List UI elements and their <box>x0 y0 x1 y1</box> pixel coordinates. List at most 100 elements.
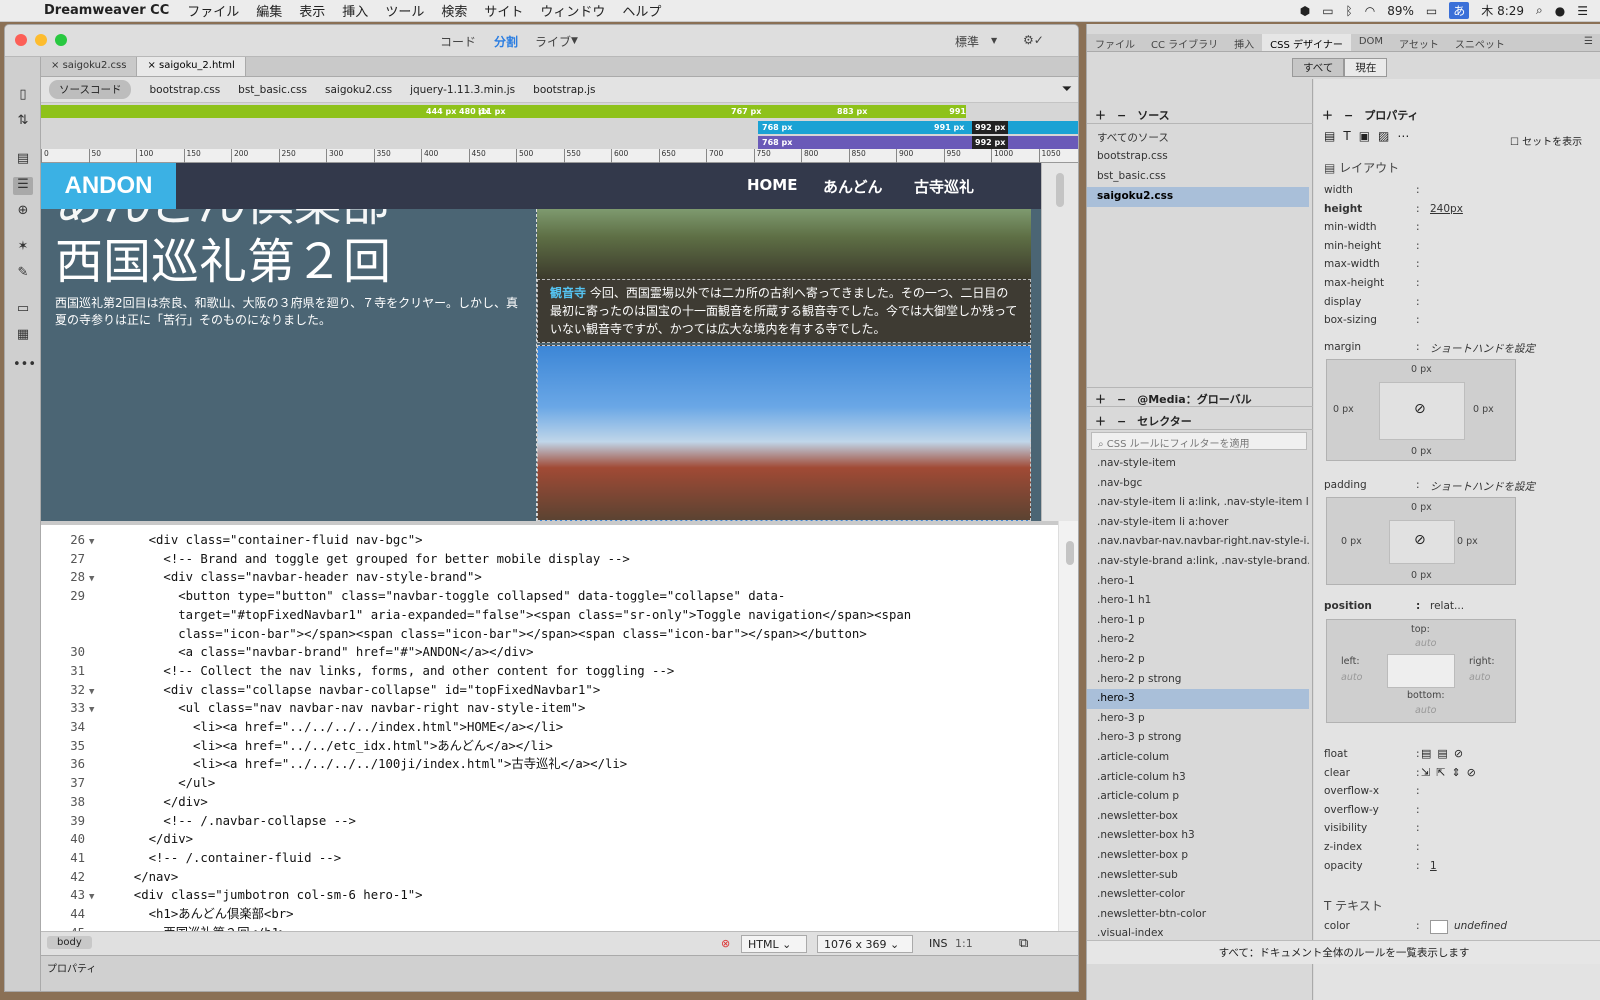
bluetooth-icon[interactable]: ᛒ <box>1346 4 1353 18</box>
code-line[interactable]: </nav> <box>119 868 178 887</box>
float-right-icon[interactable]: ▤ <box>1437 747 1447 760</box>
selector-item[interactable]: .article-colum p <box>1087 787 1309 807</box>
battery-percent[interactable]: 89% <box>1387 4 1414 18</box>
link-values-icon[interactable]: ⊘ <box>1414 401 1426 417</box>
selector-item[interactable]: .nav-bgc <box>1087 474 1309 494</box>
background-category-icon[interactable]: ▨ <box>1378 129 1389 143</box>
code-line[interactable]: <a class="navbar-brand" href="#">ANDON</… <box>119 643 533 662</box>
code-line[interactable]: <!-- Collect the nav links, forms, and o… <box>119 662 674 681</box>
target-icon[interactable]: ⊕ <box>13 203 33 221</box>
code-view[interactable]: 26 ▼ <div class="container-fluid nav-bgc"… <box>41 521 1058 931</box>
padding-top-value[interactable]: 0 px <box>1411 502 1432 513</box>
selector-item[interactable]: .hero-2 p strong <box>1087 670 1309 690</box>
selector-item[interactable]: .hero-3 p strong <box>1087 728 1309 748</box>
selector-filter-input[interactable]: ⌕ CSS ルールにフィルターを適用 <box>1091 432 1307 450</box>
float-none-icon[interactable]: ⊘ <box>1454 747 1463 760</box>
selector-item[interactable]: .newsletter-btn-color <box>1087 905 1309 925</box>
media-query-bar-range[interactable]: 768 px 991 px 992 px <box>758 121 1078 134</box>
view-code-button[interactable]: コード <box>440 33 476 50</box>
spotlight-icon[interactable]: ⌕ <box>1536 3 1543 18</box>
position-row[interactable]: position: relat... <box>1324 600 1594 619</box>
selector-item[interactable]: .newsletter-box p <box>1087 846 1309 866</box>
menu-site[interactable]: サイト <box>484 1 523 20</box>
selector-item[interactable]: .hero-3 p <box>1087 709 1309 729</box>
tab-css-designer[interactable]: CSS デザイナー <box>1262 34 1351 51</box>
doc-tab-css[interactable]: × saigoku2.css <box>41 57 138 76</box>
code-line[interactable]: target="#topFixedNavbar1" aria-expanded=… <box>119 606 911 625</box>
doc-tab-html[interactable]: × saigoku_2.html <box>137 57 246 76</box>
text-category-icon[interactable]: T <box>1343 129 1350 143</box>
property-row-width[interactable]: width: <box>1324 184 1594 203</box>
siri-icon[interactable]: ● <box>1555 4 1565 18</box>
property-row-overflow-y[interactable]: overflow-y: <box>1324 804 1594 823</box>
selector-item[interactable]: .nav-style-item li a:hover <box>1087 513 1309 533</box>
filter-icon[interactable]: ⏷ <box>1062 82 1072 97</box>
code-line[interactable]: <li><a href="../../../../index.html">HOM… <box>119 718 563 737</box>
dropbox-icon[interactable]: ⬢ <box>1300 4 1310 18</box>
tab-assets[interactable]: アセット <box>1391 34 1447 51</box>
selector-item[interactable]: .hero-2 p <box>1087 650 1309 670</box>
minimize-window-button[interactable] <box>35 34 47 46</box>
selector-item[interactable]: .article-colum <box>1087 748 1309 768</box>
property-row-min-width[interactable]: min-width: <box>1324 221 1594 240</box>
wand-icon[interactable]: ✶ <box>13 239 33 257</box>
related-file[interactable]: saigoku2.css <box>325 84 392 96</box>
navbar-brand[interactable]: ANDON <box>41 163 176 209</box>
link-values-icon[interactable]: ⊘ <box>1414 532 1426 548</box>
color-row[interactable]: color: undefined <box>1324 920 1594 939</box>
more-tools-icon[interactable]: ••• <box>13 357 36 375</box>
document-type-select[interactable]: HTML ⌄ <box>741 935 807 953</box>
notification-center-icon[interactable]: ☰ <box>1577 4 1588 18</box>
clear-left-icon[interactable]: ⇲ <box>1421 766 1430 779</box>
all-button[interactable]: すべて <box>1292 58 1345 77</box>
live-view-scrollbar[interactable] <box>1041 163 1078 521</box>
code-line[interactable]: <!-- /.navbar-collapse --> <box>119 812 356 831</box>
selector-item[interactable]: .hero-1 h1 <box>1087 591 1309 611</box>
property-row-height[interactable]: height:240px <box>1324 203 1594 222</box>
selector-item[interactable]: .newsletter-box <box>1087 807 1309 827</box>
window-size-select[interactable]: 1076 x 369 ⌄ <box>817 935 913 953</box>
fold-toggle-icon[interactable]: ▼ <box>89 533 94 552</box>
show-set-checkbox[interactable]: ☐ セットを表示 <box>1510 133 1582 148</box>
menu-insert[interactable]: 挿入 <box>342 1 368 20</box>
tab-cc-libraries[interactable]: CC ライブラリ <box>1143 34 1226 51</box>
sort-icon[interactable]: ⇅ <box>13 113 33 131</box>
wifi-icon[interactable]: ◠ <box>1365 4 1375 18</box>
media-header[interactable]: ＋ − @Media：グローバル <box>1087 387 1313 407</box>
file-icon[interactable]: ▯ <box>13 87 33 105</box>
code-line[interactable]: </div> <box>119 793 207 812</box>
property-row-overflow-x[interactable]: overflow-x: <box>1324 785 1594 804</box>
padding-right-value[interactable]: 0 px <box>1457 536 1478 547</box>
margin-top-value[interactable]: 0 px <box>1411 364 1432 375</box>
related-file[interactable]: jquery-1.11.3.min.js <box>410 84 515 96</box>
code-line[interactable]: <div class="container-fluid nav-bgc"> <box>119 531 423 550</box>
menu-edit[interactable]: 編集 <box>256 1 282 20</box>
property-row-max-width[interactable]: max-width: <box>1324 258 1594 277</box>
menu-view[interactable]: 表示 <box>299 1 325 20</box>
margin-bottom-value[interactable]: 0 px <box>1411 446 1432 457</box>
fold-toggle-icon[interactable]: ▼ <box>89 570 94 589</box>
clear-none-icon[interactable]: ⊘ <box>1467 766 1476 779</box>
battery-icon[interactable]: ▭ <box>1426 4 1437 18</box>
snippet-icon[interactable]: ▦ <box>13 327 33 345</box>
code-line[interactable]: <button type="button" class="navbar-togg… <box>119 587 785 606</box>
selector-item[interactable]: .hero-1 <box>1087 572 1309 592</box>
tag-selector[interactable]: body <box>47 936 92 949</box>
clear-both-icon[interactable]: ⇕ <box>1451 766 1460 779</box>
property-row-min-height[interactable]: min-height: <box>1324 240 1594 259</box>
nav-item-koji[interactable]: 古寺巡礼 <box>914 176 974 197</box>
tab-dom[interactable]: DOM <box>1351 34 1391 51</box>
related-file[interactable]: bootstrap.css <box>149 84 220 96</box>
selector-item[interactable]: .nav-style-brand a:link, .nav-style-bran… <box>1087 552 1309 572</box>
selector-item[interactable]: .hero-1 p <box>1087 611 1309 631</box>
menu-tools[interactable]: ツール <box>385 1 424 20</box>
workspace-switcher[interactable]: 標準 <box>955 33 979 50</box>
code-line[interactable]: <div class="navbar-header nav-style-bran… <box>119 568 481 587</box>
code-line[interactable]: <li><a href="../../etc_idx.html">あんどん</a… <box>119 737 553 756</box>
padding-left-value[interactable]: 0 px <box>1341 536 1362 547</box>
workspace-chevron-icon[interactable]: ▼ <box>991 36 997 45</box>
inspect-icon[interactable]: ▤ <box>13 151 33 169</box>
margin-right-value[interactable]: 0 px <box>1473 404 1494 415</box>
source-item[interactable]: bootstrap.css <box>1087 147 1309 167</box>
media-query-bar-max[interactable]: 444 px 480 px i11 px 767 px 883 px 991 p… <box>41 105 966 129</box>
